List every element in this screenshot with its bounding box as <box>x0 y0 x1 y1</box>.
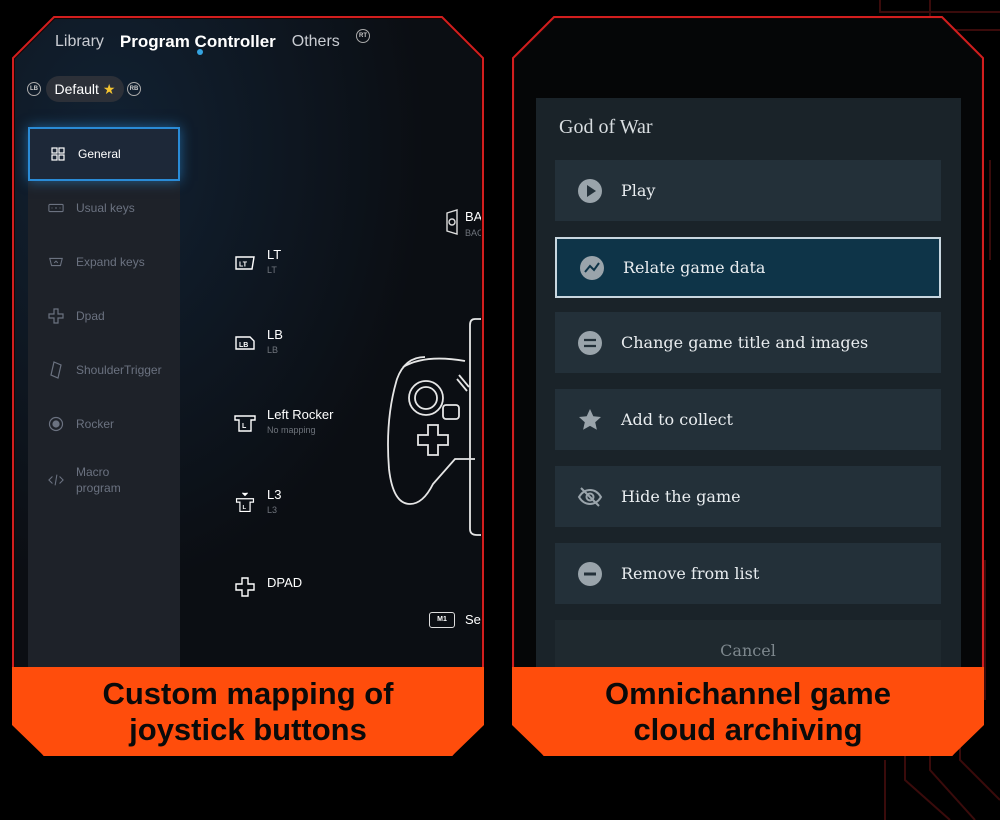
svg-text:L: L <box>242 423 247 430</box>
mapping-subtitle: LT <box>267 265 277 275</box>
profile-label: Default <box>54 81 99 97</box>
back-button-icon <box>446 209 458 235</box>
mapping-title: LB <box>267 327 283 342</box>
m1-badge: M1 <box>429 612 455 628</box>
left-caption-text: Custom mapping of joystick buttons <box>102 675 394 747</box>
tab-library[interactable]: Library <box>55 33 104 51</box>
add-to-collect-label: Add to collect <box>621 410 733 429</box>
mapping-dpad[interactable]: DPAD <box>233 571 302 599</box>
relate-game-data-label: Relate game data <box>623 258 766 277</box>
svg-text:LT: LT <box>239 262 248 269</box>
rocker-icon <box>48 416 64 432</box>
sidebar-item-label: Usual keys <box>76 201 135 215</box>
expand-key-icon <box>48 254 64 270</box>
left-caption: Custom mapping of joystick buttons <box>12 667 484 756</box>
sidebar-item-label: Expand keys <box>76 255 145 269</box>
sidebar-item-label: ShoulderTrigger <box>76 363 162 377</box>
mapping-title: LT <box>267 247 282 262</box>
mapping-lb[interactable]: LB LB LB <box>233 326 283 356</box>
mapping-title: L3 <box>267 487 282 502</box>
right-caption: Omnichannel game cloud archiving <box>512 667 984 756</box>
change-title-images-label: Change game title and images <box>621 333 869 352</box>
mapping-left-rocker[interactable]: L Left Rocker No mapping <box>233 406 333 436</box>
star-icon: ★ <box>102 80 116 97</box>
active-tab-indicator <box>197 49 203 55</box>
sidebar-item-label: Rocker <box>76 417 115 431</box>
eye-off-icon <box>577 486 603 507</box>
back-mapping-title: BA <box>465 209 481 224</box>
swap-icon <box>578 330 602 355</box>
sidebar-item-usual-keys[interactable]: Usual keys <box>28 181 180 235</box>
relate-game-data-button[interactable]: Relate game data <box>555 237 941 298</box>
minus-circle-icon <box>578 561 602 586</box>
svg-text:L: L <box>242 505 246 511</box>
left-rocker-icon: L <box>234 415 256 432</box>
sidebar-item-label-line1: Macro <box>76 465 110 479</box>
svg-text:LB: LB <box>239 342 248 349</box>
shoulder-trigger-icon <box>48 361 64 379</box>
game-options-screen: God of War Play Relate game data Change … <box>515 19 981 667</box>
sidebar-item-macro-program[interactable]: Macro program <box>28 453 180 507</box>
m1-mapping-title: Se <box>465 612 481 627</box>
sidebar-item-label: Macro program <box>76 464 121 496</box>
lt-icon: LT <box>235 256 255 270</box>
code-icon <box>48 472 64 488</box>
add-to-collect-button[interactable]: Add to collect <box>555 389 941 450</box>
profile-selector[interactable]: Default ★ <box>46 76 124 102</box>
game-title: God of War <box>559 116 653 138</box>
controller-app-screen: Library Program Controller Others RT LB … <box>15 19 481 667</box>
dpad-icon <box>235 577 255 597</box>
sidebar-item-rocker[interactable]: Rocker <box>28 397 180 451</box>
hide-game-button[interactable]: Hide the game <box>555 466 941 527</box>
back-mapping-subtitle: BAC <box>465 228 481 238</box>
hide-game-label: Hide the game <box>621 487 741 506</box>
grid-icon <box>50 146 66 162</box>
tab-others[interactable]: Others <box>292 33 340 51</box>
lb-hint-badge: LB <box>27 82 41 96</box>
cancel-label: Cancel <box>720 641 776 660</box>
l3-icon: L <box>235 492 255 513</box>
mapping-title: Left Rocker <box>267 407 334 422</box>
mapping-subtitle: L3 <box>267 505 278 515</box>
mapping-lt[interactable]: LT LT LT <box>233 246 281 276</box>
sidebar-item-shoulder-trigger[interactable]: ShoulderTrigger <box>28 343 180 397</box>
mapping-subtitle: No mapping <box>267 425 316 435</box>
play-button[interactable]: Play <box>555 160 941 221</box>
star-icon <box>579 408 601 430</box>
change-title-images-button[interactable]: Change game title and images <box>555 312 941 373</box>
play-label: Play <box>621 181 656 200</box>
lb-icon: LB <box>235 336 255 350</box>
sidebar-item-label: Dpad <box>76 309 105 323</box>
game-options-dialog: God of War Play Relate game data Change … <box>536 98 961 667</box>
sidebar-item-label-line2: program <box>76 481 121 495</box>
sidebar-item-expand-keys[interactable]: Expand keys <box>28 235 180 289</box>
keyboard-icon <box>48 200 64 216</box>
mapping-title: DPAD <box>267 575 303 590</box>
mapping-l3[interactable]: L L3 L3 <box>233 486 281 516</box>
rt-hint-badge: RT <box>356 29 370 43</box>
sidebar-item-general[interactable]: General <box>28 127 180 181</box>
sidebar: General Usual keys Expand keys Dpad Shou… <box>28 127 180 667</box>
sidebar-item-dpad[interactable]: Dpad <box>28 289 180 343</box>
mapping-subtitle: LB <box>267 345 279 355</box>
dpad-icon <box>48 308 64 324</box>
remove-from-list-button[interactable]: Remove from list <box>555 543 941 604</box>
sidebar-item-label: General <box>78 147 121 161</box>
cancel-button[interactable]: Cancel <box>555 620 941 667</box>
right-caption-text: Omnichannel game cloud archiving <box>605 675 891 747</box>
left-feature-panel: Library Program Controller Others RT LB … <box>12 16 484 756</box>
controller-illustration <box>387 318 481 536</box>
rb-hint-badge: RB <box>127 82 141 96</box>
chart-icon <box>580 255 604 280</box>
right-feature-panel: God of War Play Relate game data Change … <box>512 16 984 756</box>
play-icon <box>578 178 602 203</box>
remove-from-list-label: Remove from list <box>621 564 760 583</box>
